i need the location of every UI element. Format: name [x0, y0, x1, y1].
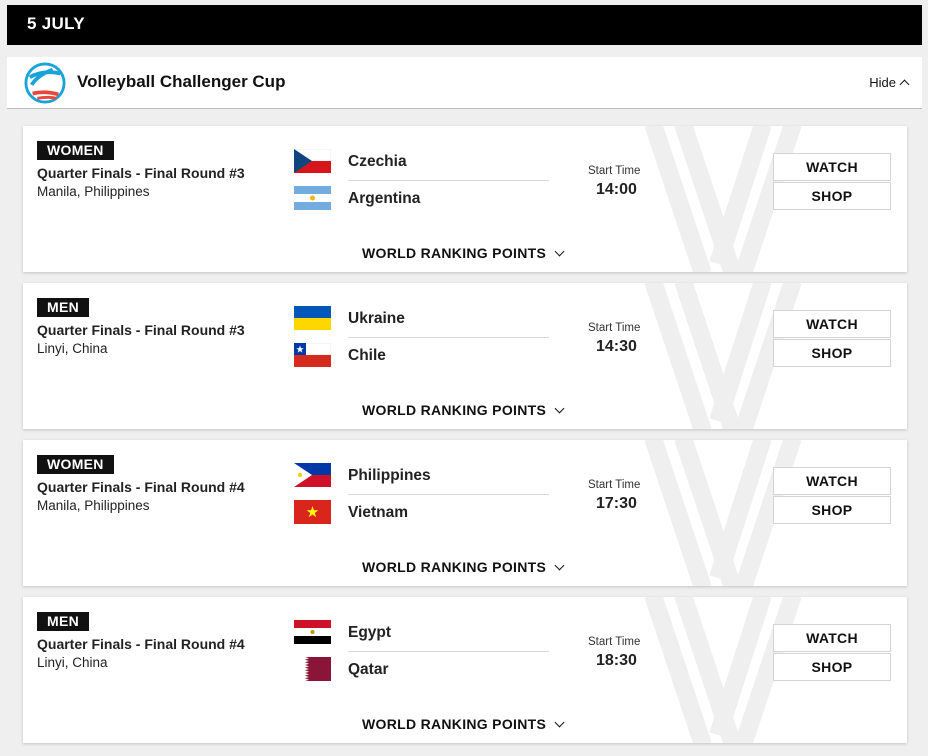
- match-card: WOMEN Quarter Finals - Final Round #4 Ma…: [23, 440, 907, 586]
- round-name: Quarter Finals - Final Round #4: [37, 479, 245, 495]
- volleyball-logo-icon: [24, 62, 66, 104]
- ukraine-flag-icon: [294, 306, 331, 330]
- vietnam-flag-icon: [294, 500, 331, 524]
- round-name: Quarter Finals - Final Round #4: [37, 636, 245, 652]
- gender-badge: WOMEN: [37, 455, 114, 474]
- qatar-flag-icon: [294, 657, 331, 681]
- world-ranking-points-toggle[interactable]: WORLD RANKING POINTS: [362, 402, 565, 418]
- start-time-value: 14:30: [596, 338, 637, 355]
- world-ranking-points-toggle[interactable]: WORLD RANKING POINTS: [362, 716, 565, 732]
- egypt-flag-icon: [294, 620, 331, 644]
- argentina-flag-icon: [294, 186, 331, 210]
- start-time-value: 18:30: [596, 652, 637, 669]
- match-card: MEN Quarter Finals - Final Round #4 Liny…: [23, 597, 907, 743]
- competition-header: Volleyball Challenger Cup Hide: [7, 57, 922, 109]
- watch-button[interactable]: WATCH: [773, 467, 891, 495]
- start-time-value: 17:30: [596, 495, 637, 512]
- venue: Manila, Philippines: [37, 184, 150, 199]
- watch-button[interactable]: WATCH: [773, 624, 891, 652]
- chevron-down-icon: [554, 403, 565, 414]
- hide-toggle-button[interactable]: Hide: [869, 75, 910, 90]
- czechia-flag-icon: [294, 149, 331, 173]
- competition-title: Volleyball Challenger Cup: [77, 72, 286, 91]
- philippines-flag-icon: [294, 463, 331, 487]
- hide-label: Hide: [869, 75, 896, 90]
- team-divider: [348, 337, 549, 338]
- team-2-name: Vietnam: [348, 504, 409, 521]
- team-divider: [348, 651, 549, 652]
- shop-button[interactable]: SHOP: [773, 339, 891, 367]
- start-time-label: Start Time: [588, 322, 641, 334]
- gender-badge: WOMEN: [37, 141, 114, 160]
- start-time-label: Start Time: [588, 479, 641, 491]
- world-ranking-points-label: WORLD RANKING POINTS: [362, 716, 547, 732]
- team-1-name: Egypt: [348, 624, 392, 641]
- world-ranking-points-label: WORLD RANKING POINTS: [362, 245, 547, 261]
- start-time-value: 14:00: [596, 181, 637, 198]
- date-header: 5 JULY: [7, 5, 922, 45]
- match-card: WOMEN Quarter Finals - Final Round #3 Ma…: [23, 126, 907, 272]
- world-ranking-points-toggle[interactable]: WORLD RANKING POINTS: [362, 245, 565, 261]
- round-name: Quarter Finals - Final Round #3: [37, 322, 245, 338]
- start-time-label: Start Time: [588, 636, 641, 648]
- gender-badge: MEN: [37, 612, 90, 631]
- venue: Linyi, China: [37, 341, 108, 356]
- shop-button[interactable]: SHOP: [773, 496, 891, 524]
- team-divider: [348, 494, 549, 495]
- team-2-name: Qatar: [348, 661, 389, 678]
- shop-button[interactable]: SHOP: [773, 653, 891, 681]
- team-divider: [348, 180, 549, 181]
- venue: Linyi, China: [37, 655, 108, 670]
- team-1-name: Ukraine: [348, 310, 405, 327]
- chevron-up-icon: [899, 79, 910, 90]
- gender-badge: MEN: [37, 298, 90, 317]
- watch-button[interactable]: WATCH: [773, 310, 891, 338]
- chevron-down-icon: [554, 560, 565, 571]
- world-ranking-points-label: WORLD RANKING POINTS: [362, 402, 547, 418]
- chile-flag-icon: [294, 343, 331, 367]
- round-name: Quarter Finals - Final Round #3: [37, 165, 245, 181]
- world-ranking-points-label: WORLD RANKING POINTS: [362, 559, 547, 575]
- team-2-name: Chile: [348, 347, 386, 364]
- chevron-down-icon: [554, 246, 565, 257]
- chevron-down-icon: [554, 717, 565, 728]
- team-1-name: Czechia: [348, 153, 407, 170]
- watch-button[interactable]: WATCH: [773, 153, 891, 181]
- start-time-label: Start Time: [588, 165, 641, 177]
- team-1-name: Philippines: [348, 467, 431, 484]
- world-ranking-points-toggle[interactable]: WORLD RANKING POINTS: [362, 559, 565, 575]
- team-2-name: Argentina: [348, 190, 421, 207]
- match-card: MEN Quarter Finals - Final Round #3 Liny…: [23, 283, 907, 429]
- shop-button[interactable]: SHOP: [773, 182, 891, 210]
- venue: Manila, Philippines: [37, 498, 150, 513]
